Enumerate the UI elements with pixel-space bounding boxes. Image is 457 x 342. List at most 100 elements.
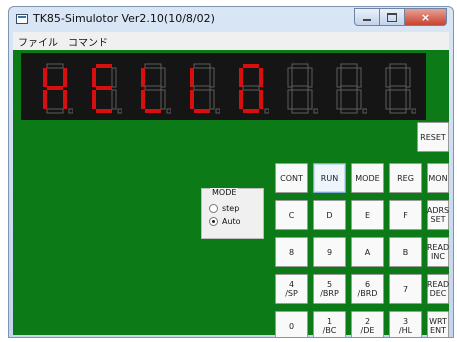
segment-g xyxy=(291,85,309,91)
key-cont-button[interactable]: CONT xyxy=(275,163,308,193)
segment-a xyxy=(46,63,64,69)
seven-segment-display xyxy=(21,53,426,120)
segment-g xyxy=(47,86,63,90)
segment-c xyxy=(111,89,117,110)
segment-d xyxy=(389,108,407,114)
mode-groupbox: MODE step Auto xyxy=(201,188,264,239)
segment-dp xyxy=(166,108,171,114)
key-a-button[interactable]: A xyxy=(351,237,384,267)
key-mode-button[interactable]: MODE xyxy=(351,163,384,193)
key-read-dec-button[interactable]: READ DEC xyxy=(427,274,449,304)
key-c-button[interactable]: C xyxy=(275,200,308,230)
segment-e xyxy=(43,90,47,109)
segment-a xyxy=(291,63,309,69)
segment-d xyxy=(194,109,210,113)
mode-option-auto[interactable]: Auto xyxy=(209,217,241,226)
segment-a xyxy=(96,64,112,68)
key-b-button[interactable]: B xyxy=(389,237,422,267)
segment-dp xyxy=(264,108,269,114)
key-8-button[interactable]: 8 xyxy=(275,237,308,267)
key-6-brd-button[interactable]: 6 /BRD xyxy=(351,274,384,304)
close-button[interactable]: × xyxy=(405,8,447,26)
title-bar[interactable]: TK85-Simulotor Ver2.10(10/8/02) × xyxy=(9,7,453,32)
display-digit-8 xyxy=(385,63,416,114)
segment-e xyxy=(190,90,194,109)
segment-c xyxy=(356,89,362,110)
segment-b xyxy=(259,68,263,87)
maximize-icon xyxy=(387,12,397,22)
step-radio[interactable] xyxy=(209,204,218,213)
minimize-button[interactable] xyxy=(354,8,380,26)
menu-command[interactable]: コマンド xyxy=(63,34,113,49)
segment-f xyxy=(239,68,243,87)
app-window: TK85-Simulotor Ver2.10(10/8/02) × ファイル コ… xyxy=(8,6,454,338)
key-reg-button[interactable]: REG xyxy=(389,163,422,193)
key-f-button[interactable]: F xyxy=(389,200,422,230)
key-d-button[interactable]: D xyxy=(313,200,346,230)
key-adrs-set-button[interactable]: ADRS SET xyxy=(427,200,449,230)
mode-legend: MODE xyxy=(210,188,239,197)
segment-f xyxy=(190,68,194,87)
segment-g xyxy=(389,85,407,91)
display-digit-7 xyxy=(336,63,367,114)
key-3-hl-button[interactable]: 3 /HL xyxy=(389,311,422,337)
segment-e xyxy=(287,89,293,110)
key-2-de-button[interactable]: 2 /DE xyxy=(351,311,384,337)
key-read-inc-button[interactable]: READ INC xyxy=(427,237,449,267)
display-digit-4 xyxy=(190,63,220,114)
segment-f xyxy=(336,67,342,88)
segment-g xyxy=(340,85,358,91)
display-digit-3 xyxy=(141,63,171,114)
segment-g xyxy=(242,85,260,91)
maximize-button[interactable] xyxy=(380,8,405,26)
segment-f xyxy=(287,67,293,88)
segment-dp xyxy=(411,108,416,114)
key-mon-button[interactable]: MON xyxy=(427,163,449,193)
segment-e xyxy=(385,89,391,110)
segment-f xyxy=(43,68,47,87)
segment-a xyxy=(144,63,162,69)
segment-d xyxy=(96,109,112,113)
window-title: TK85-Simulotor Ver2.10(10/8/02) xyxy=(33,12,215,25)
segment-a xyxy=(340,63,358,69)
display-digit-2 xyxy=(92,64,122,114)
segment-f xyxy=(92,68,96,87)
segment-c xyxy=(63,90,67,109)
display-digit-1 xyxy=(43,63,73,114)
segment-d xyxy=(340,108,358,114)
key-4-sp-button[interactable]: 4 /SP xyxy=(275,274,308,304)
segment-b xyxy=(405,67,411,88)
key-run-button[interactable]: RUN xyxy=(313,163,346,193)
segment-a xyxy=(389,63,407,69)
menu-bar: ファイル コマンド xyxy=(13,32,449,50)
reset-button[interactable]: RESET xyxy=(417,122,449,152)
segment-e xyxy=(92,90,96,109)
auto-radio[interactable] xyxy=(209,217,218,226)
key-e-button[interactable]: E xyxy=(351,200,384,230)
segment-b xyxy=(307,67,313,88)
key-9-button[interactable]: 9 xyxy=(313,237,346,267)
segment-f xyxy=(385,67,391,88)
segment-b xyxy=(111,67,117,88)
segment-dp xyxy=(313,108,318,114)
segment-d xyxy=(243,109,259,113)
app-icon[interactable] xyxy=(16,14,28,24)
key-0-button[interactable]: 0 xyxy=(275,311,308,337)
segment-d xyxy=(46,108,64,114)
key-1-bc-button[interactable]: 1 /BC xyxy=(313,311,346,337)
segment-b xyxy=(160,67,166,88)
segment-c xyxy=(405,89,411,110)
segment-e xyxy=(141,90,145,109)
menu-file[interactable]: ファイル xyxy=(13,34,63,49)
key-5-brp-button[interactable]: 5 /BRP xyxy=(313,274,346,304)
key-wrt-ent-button[interactable]: WRT ENT xyxy=(427,311,449,337)
segment-b xyxy=(209,67,215,88)
segment-g xyxy=(96,86,112,90)
key-7-button[interactable]: 7 xyxy=(389,274,422,304)
segment-e xyxy=(336,89,342,110)
segment-dp xyxy=(215,108,220,114)
mode-option-step[interactable]: step xyxy=(209,204,239,213)
segment-c xyxy=(160,89,166,110)
segment-d xyxy=(145,109,161,113)
segment-a xyxy=(243,64,259,68)
